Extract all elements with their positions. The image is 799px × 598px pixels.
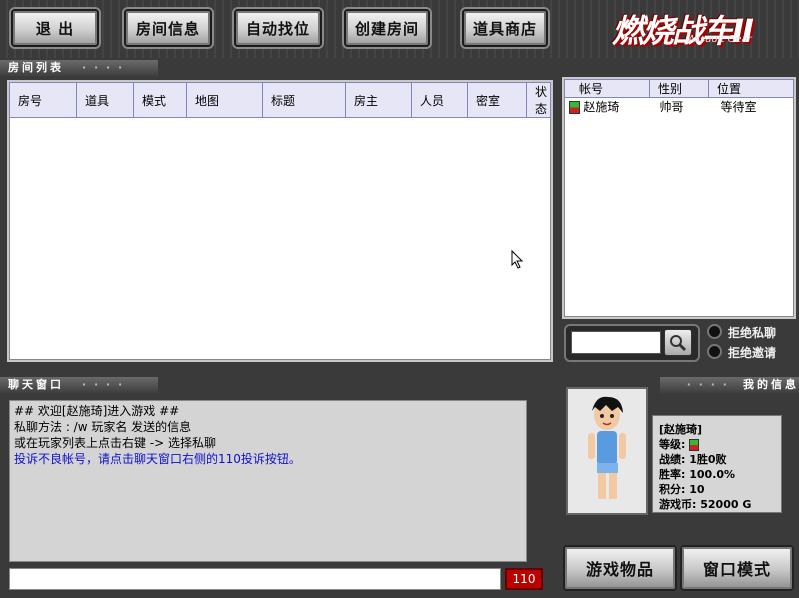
room-list-header: 房间列表 · · · · xyxy=(0,60,158,76)
col-host[interactable]: 房主 xyxy=(345,82,412,118)
coins-text: 游戏币: 52000 G xyxy=(659,498,752,511)
col-map[interactable]: 地图 xyxy=(186,82,263,118)
col-title[interactable]: 标题 xyxy=(262,82,346,118)
col-account[interactable]: 帐号 xyxy=(564,79,650,98)
search-input[interactable] xyxy=(571,331,661,354)
player-name: [赵施琦] xyxy=(659,423,703,436)
chat-title: 聊天窗口 xyxy=(8,378,64,391)
search-box xyxy=(564,324,700,362)
room-list-panel[interactable]: 房号 道具 模式 地图 标题 房主 人员 密室 状态 xyxy=(7,80,553,362)
search-button[interactable] xyxy=(664,329,692,356)
refuse-private-label[interactable]: 拒绝私聊 xyxy=(728,324,776,341)
chat-header: 聊天窗口 · · · · xyxy=(0,377,158,393)
avatar xyxy=(566,387,648,515)
winrate-text: 胜率: 100.0% xyxy=(659,468,736,481)
col-locked[interactable]: 密室 xyxy=(467,82,527,118)
player-gender: 帅哥 xyxy=(659,100,684,114)
refuse-private-radio[interactable] xyxy=(707,324,722,339)
chat-line: 投诉不良帐号，请点击聊天窗口右侧的110投诉按钮。 xyxy=(14,452,301,466)
room-info-button[interactable]: 房间信息 xyxy=(124,9,212,47)
col-status[interactable]: 状态 xyxy=(526,82,551,118)
auto-find-seat-button[interactable]: 自动找位 xyxy=(234,9,322,47)
window-mode-button[interactable]: 窗口模式 xyxy=(680,545,794,591)
create-room-button[interactable]: 创建房间 xyxy=(344,9,430,47)
level-label: 等级: xyxy=(659,438,686,451)
player-account: 赵施琦 xyxy=(583,100,620,114)
refuse-invite-radio[interactable] xyxy=(707,344,722,359)
points-text: 积分: 10 xyxy=(659,483,705,496)
player-list-table: 帐号 性别 位置 赵施琦 帅哥 等待室 xyxy=(564,79,794,115)
chat-line: 或在玩家列表上点击右键 -> 选择私聊 xyxy=(14,436,217,450)
logo-text: 燃烧战车II xyxy=(612,12,754,50)
record-text: 战绩: 1胜0败 xyxy=(659,453,727,466)
character-avatar-icon xyxy=(588,396,626,499)
rank-icon xyxy=(689,439,700,451)
item-shop-button[interactable]: 道具商店 xyxy=(462,9,548,47)
my-info-title: 我的信息 xyxy=(743,378,799,391)
chat-input[interactable] xyxy=(9,568,501,590)
player-stats-panel: [赵施琦] 等级: 战绩: 1胜0败 胜率: 100.0% 积分: 10 游戏币… xyxy=(652,415,782,513)
room-list-table: 房号 道具 模式 地图 标题 房主 人员 密室 状态 xyxy=(9,82,551,118)
chat-log[interactable]: ## 欢迎[赵施琦]进入游戏 ## 私聊方法 : /w 玩家名 发送的信息 或在… xyxy=(9,400,527,562)
player-list-panel[interactable]: 帐号 性别 位置 赵施琦 帅哥 等待室 xyxy=(562,77,796,319)
col-item[interactable]: 道具 xyxy=(76,82,134,118)
refuse-invite-label[interactable]: 拒绝邀请 xyxy=(728,344,776,361)
player-row[interactable]: 赵施琦 帅哥 等待室 xyxy=(565,98,794,116)
player-location: 等待室 xyxy=(720,100,757,114)
game-items-button[interactable]: 游戏物品 xyxy=(563,545,677,591)
room-list-title: 房间列表 xyxy=(8,61,64,74)
game-logo: 燃烧战车II Assault Gear xyxy=(606,4,794,54)
col-room-no[interactable]: 房号 xyxy=(9,82,77,118)
top-toolbar: 退 出 房间信息 自动找位 创建房间 道具商店 燃烧战车II Assault G… xyxy=(0,0,799,58)
rank-icon xyxy=(568,101,580,114)
chat-line: ## 欢迎[赵施琦]进入游戏 ## xyxy=(14,404,180,418)
mouse-cursor-icon xyxy=(511,250,524,269)
chat-line: 私聊方法 : /w 玩家名 发送的信息 xyxy=(14,420,192,434)
my-info-header: · · · · 我的信息 xyxy=(660,377,799,393)
search-icon xyxy=(670,334,687,351)
exit-button[interactable]: 退 出 xyxy=(11,9,99,47)
report-110-button[interactable]: 110 xyxy=(505,568,543,590)
col-location[interactable]: 位置 xyxy=(708,79,794,98)
col-mode[interactable]: 模式 xyxy=(133,82,187,118)
col-gender[interactable]: 性别 xyxy=(649,79,709,98)
logo-subtext: Assault Gear xyxy=(688,34,752,45)
col-players[interactable]: 人员 xyxy=(411,82,468,118)
